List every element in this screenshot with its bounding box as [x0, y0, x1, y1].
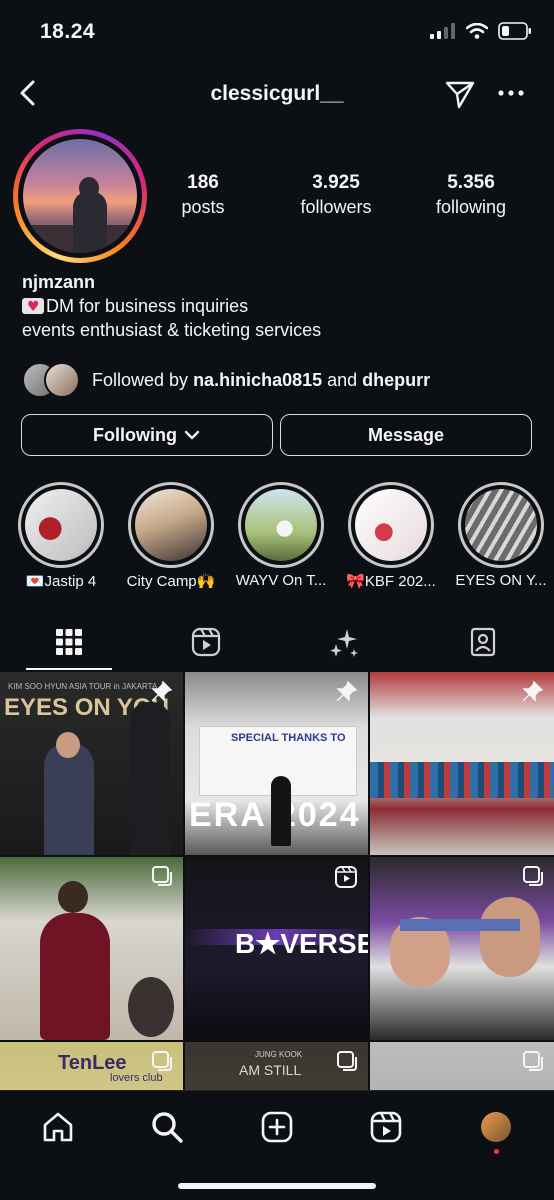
highlight-label: EYES ON Y...	[455, 572, 547, 589]
carousel-icon	[523, 1051, 543, 1071]
carousel-icon	[152, 1051, 172, 1071]
status-icons	[430, 22, 532, 40]
pin-icon	[336, 680, 358, 702]
nav-home[interactable]	[38, 1107, 78, 1147]
tab-reels[interactable]	[151, 612, 261, 672]
status-time: 18.24	[40, 20, 96, 43]
highlight-cover	[465, 489, 537, 561]
story-highlight[interactable]: City Camp🙌	[127, 482, 215, 590]
posts-grid: KIM SOO HYUN ASIA TOUR in JAKARTA EYES O…	[0, 672, 554, 1090]
post-thumbnail[interactable]	[370, 1042, 554, 1090]
nav-reels[interactable]	[366, 1107, 406, 1147]
following-count[interactable]: 5.356 following	[423, 172, 519, 218]
profile-bio: njmzann DM for business inquiries events…	[22, 270, 321, 342]
stat-label: following	[435, 197, 507, 217]
grid-icon	[56, 629, 82, 655]
followed-by[interactable]: Followed by na.hinicha0815 and dhepurr	[22, 360, 430, 400]
stat-label: followers	[300, 197, 372, 217]
nav-search[interactable]	[147, 1107, 187, 1147]
home-indicator	[178, 1183, 376, 1189]
bio-line-1: DM for business inquiries	[46, 296, 249, 316]
stat-value: 186	[187, 172, 219, 193]
mutual-user-1: na.hinicha0815	[193, 369, 323, 390]
profile-tabs	[0, 612, 554, 672]
notification-dot	[494, 1149, 499, 1154]
nav-create[interactable]	[257, 1107, 297, 1147]
message-button[interactable]: Message	[280, 414, 532, 456]
tab-posts-grid[interactable]	[14, 612, 124, 672]
posts-count[interactable]: 186 posts	[163, 172, 243, 218]
post-thumbnail[interactable]: TenLee lovers club	[0, 1042, 183, 1090]
carousel-icon	[152, 866, 172, 886]
reels-icon	[370, 1111, 402, 1143]
battery-icon	[498, 22, 531, 40]
post-thumbnail[interactable]: JUNG KOOK AM STILL	[185, 1042, 368, 1090]
bio-line-2: events enthusiast & ticketing services	[22, 320, 322, 340]
bio-line: DM for business inquiries	[22, 294, 321, 319]
profile-avatar-story-ring[interactable]	[13, 129, 147, 263]
story-highlight[interactable]: 💌Jastip 4	[18, 482, 104, 590]
active-tab-indicator	[26, 668, 112, 670]
highlight-label: 💌Jastip 4	[25, 573, 97, 590]
stat-value: 3.925	[312, 172, 360, 193]
carousel-icon	[337, 1051, 357, 1071]
post-thumbnail[interactable]	[0, 857, 183, 1040]
more-options-button[interactable]	[496, 80, 526, 111]
love-letter-icon	[22, 295, 44, 319]
avatar	[481, 1112, 511, 1142]
story-highlight[interactable]: WAYV On T...	[236, 482, 326, 589]
pin-icon	[522, 680, 544, 702]
followers-count[interactable]: 3.925 followers	[286, 172, 386, 218]
ellipsis-icon	[498, 90, 524, 96]
highlight-cover	[135, 489, 207, 561]
post-thumbnail[interactable]: KIM SOO HYUN ASIA TOUR in JAKARTA EYES O…	[0, 672, 183, 855]
paper-plane-icon	[445, 81, 475, 109]
highlight-label: WAYV On T...	[235, 572, 327, 589]
tab-ai-effects[interactable]	[289, 612, 399, 672]
chevron-down-icon	[184, 430, 200, 440]
pin-icon	[151, 680, 173, 702]
profile-header: clessicgurl__	[0, 66, 554, 124]
signal-icon	[430, 23, 455, 39]
wifi-icon	[466, 23, 488, 39]
followed-by-text: Followed by na.hinicha0815 and dhepurr	[92, 369, 431, 390]
share-profile-button[interactable]	[444, 78, 476, 115]
stat-label: posts	[181, 197, 225, 217]
post-thumbnail[interactable]	[370, 672, 554, 855]
sparkles-icon	[330, 629, 358, 657]
stat-value: 5.356	[447, 172, 495, 193]
story-highlight[interactable]: EYES ON Y...	[455, 482, 547, 589]
highlight-label: 🎀KBF 202...	[346, 573, 436, 590]
highlight-cover	[245, 489, 317, 561]
avatar	[23, 139, 137, 253]
carousel-icon	[523, 866, 543, 886]
home-icon	[43, 1112, 73, 1142]
message-button-label: Message	[367, 424, 445, 445]
search-icon	[152, 1112, 183, 1143]
display-name: njmzann	[22, 272, 96, 292]
highlight-cover	[25, 489, 97, 561]
post-thumbnail[interactable]: B★VERSE	[185, 857, 368, 1040]
highlight-cover	[355, 489, 427, 561]
reel-icon	[335, 866, 357, 888]
mutual-user-2: dhepurr	[362, 369, 431, 390]
tagged-person-icon	[470, 627, 496, 657]
reels-icon	[191, 627, 221, 657]
plus-square-icon	[261, 1111, 293, 1143]
following-button-label: Following	[93, 424, 177, 445]
following-button[interactable]: Following	[21, 414, 273, 456]
mutual-avatar	[44, 362, 80, 398]
story-highlight[interactable]: 🎀KBF 202...	[346, 482, 436, 590]
post-thumbnail[interactable]	[370, 857, 554, 1040]
highlight-label: City Camp🙌	[126, 573, 216, 590]
nav-profile[interactable]	[476, 1107, 516, 1147]
status-bar: 18.24	[0, 0, 554, 66]
tab-tagged[interactable]	[428, 612, 538, 672]
post-thumbnail[interactable]: SPECIAL THANKS TO ERA 2024	[185, 672, 368, 855]
